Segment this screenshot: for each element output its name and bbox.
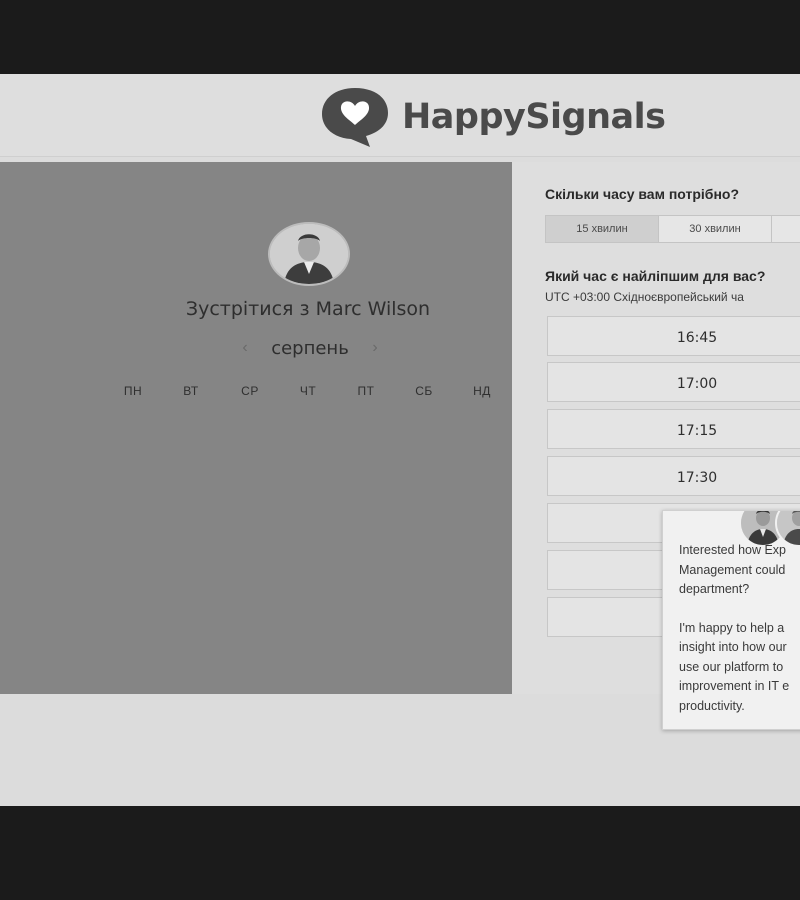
time-slot-label: 16:45 (676, 330, 718, 346)
header: HappySignals (0, 74, 800, 157)
chevron-right-icon[interactable]: › (368, 339, 382, 357)
avatar (268, 222, 350, 286)
weekday-label: НД (473, 384, 491, 398)
happysignals-logo[interactable]: HappySignals (318, 86, 666, 148)
duration-selector: 15 хвилин 30 хвилин (545, 215, 800, 243)
weekday-label: ПТ (357, 384, 375, 398)
chat-message: Interested how Exp Management could depa… (679, 541, 800, 729)
chat-paragraph: I'm happy to help a insight into how our… (679, 620, 790, 713)
time-slot-label: 17:15 (676, 423, 718, 439)
weekday-label: СБ (415, 384, 433, 398)
month-label: серпень (271, 337, 349, 359)
month-navigator: ‹ серпень › (238, 336, 382, 360)
logo-text: HappySignals (402, 97, 666, 137)
duration-option-15[interactable]: 15 хвилин (546, 216, 659, 242)
time-slot-label: 17:00 (676, 376, 718, 392)
duration-question: Скільки часу вам потрібно? (545, 186, 740, 202)
time-slot[interactable]: 16:45 (547, 316, 800, 356)
time-slot[interactable]: 17:15 (547, 409, 800, 449)
weekday-label: ВТ (183, 384, 199, 398)
time-slot[interactable]: 17:00 (547, 362, 800, 402)
weekday-label: СР (241, 384, 259, 398)
chat-popup[interactable]: Interested how Exp Management could depa… (662, 510, 800, 730)
scheduler-info-panel (0, 162, 512, 694)
weekday-header: ПН ВТ СР ЧТ ПТ СБ НД (104, 384, 512, 404)
person-photo-icon (777, 511, 800, 545)
weekday-label: ЧТ (299, 384, 317, 398)
time-question: Який час є найліпшим для вас? (545, 268, 766, 284)
person-photo-icon (270, 224, 348, 284)
duration-option-30[interactable]: 30 хвилин (659, 216, 772, 242)
chevron-left-icon[interactable]: ‹ (238, 339, 252, 357)
time-slot[interactable]: 17:30 (547, 456, 800, 496)
app-window: HappySignals Зустрітися з Marc Wilson ‹ … (0, 74, 800, 806)
time-slot-label: 17:30 (676, 470, 718, 486)
timezone-selector[interactable]: UTC +03:00 Східноєвропейський ча (545, 290, 744, 304)
chat-paragraph: Interested how Exp Management could depa… (679, 543, 787, 596)
duration-option-more[interactable] (772, 216, 800, 242)
heart-speech-bubble-icon (322, 88, 388, 147)
weekday-label: ПН (123, 384, 143, 398)
